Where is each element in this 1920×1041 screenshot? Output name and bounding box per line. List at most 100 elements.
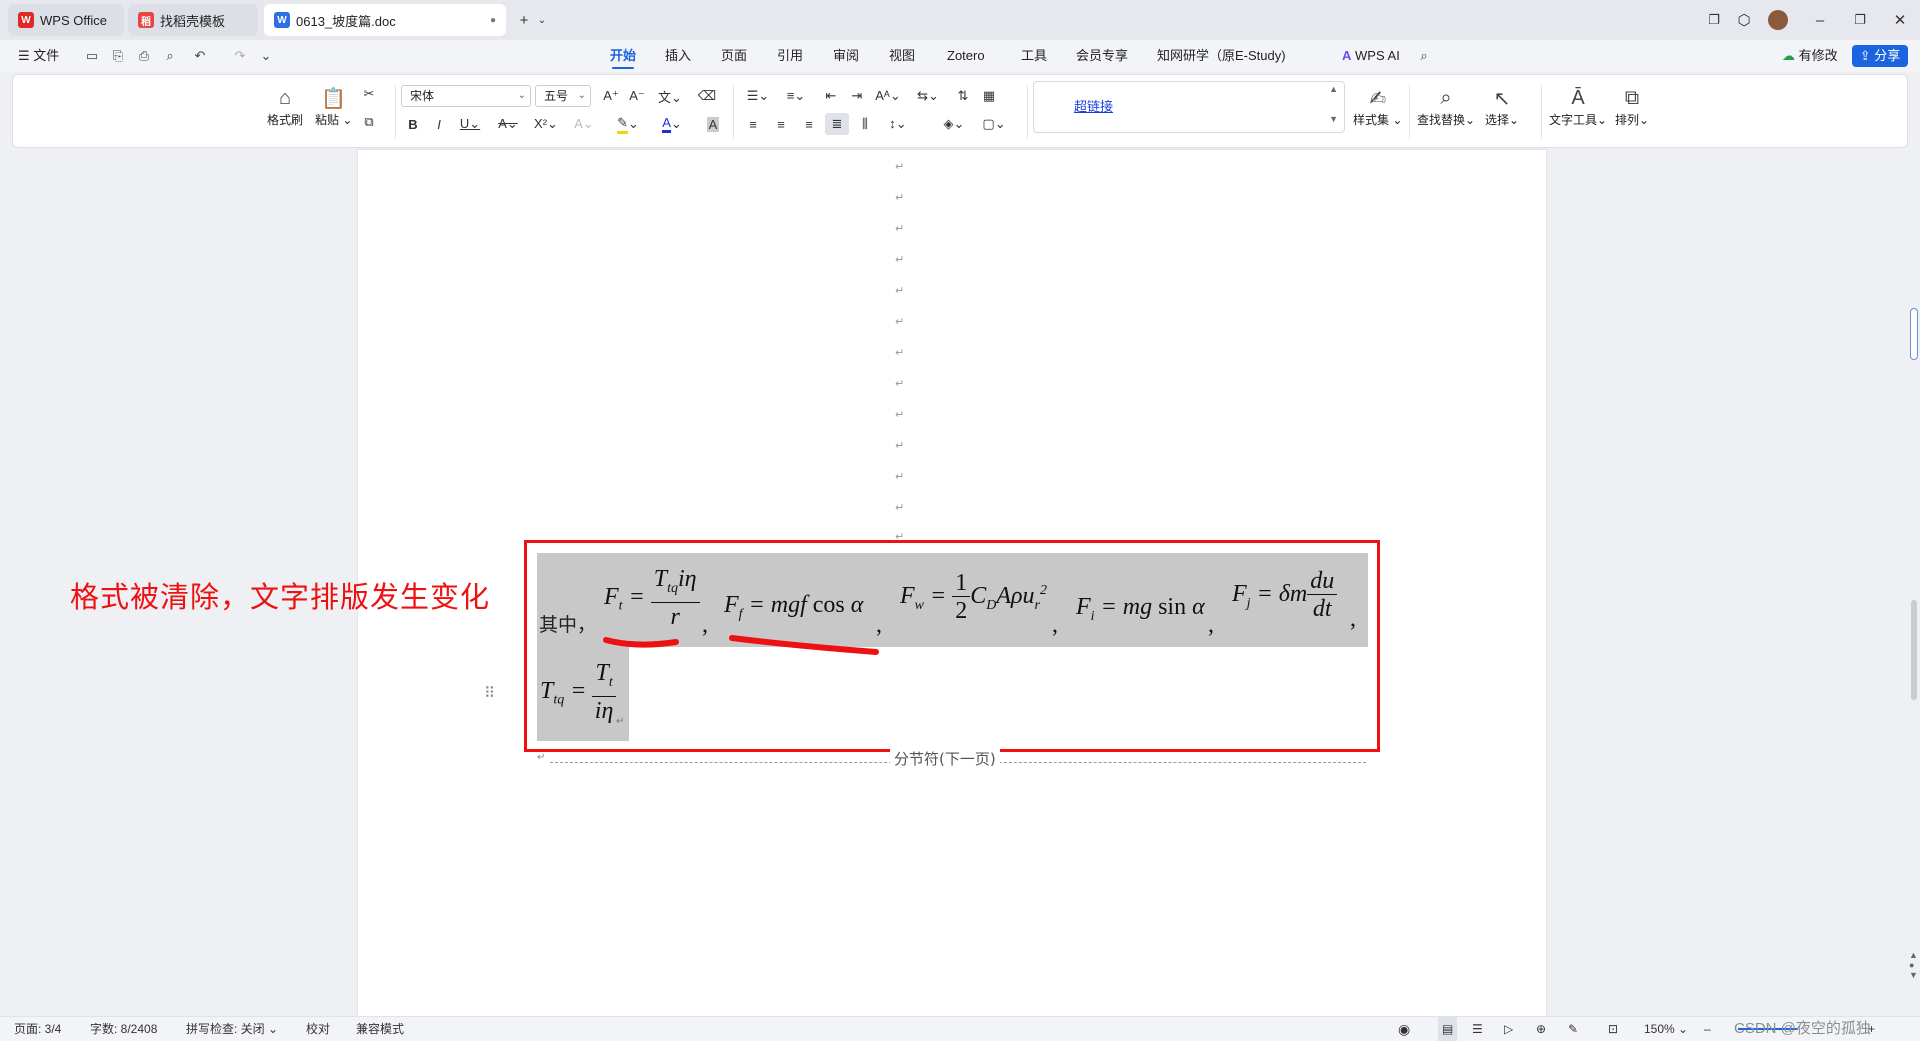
print-preview-icon[interactable]: ⌕ bbox=[160, 46, 180, 66]
tab-wps-office[interactable]: W WPS Office bbox=[8, 4, 124, 36]
expand-gallery-icon[interactable]: ▼ bbox=[1329, 114, 1338, 124]
style-set-button[interactable]: ✍ 样式集 ⌄ bbox=[1353, 85, 1402, 128]
vertical-scrollbar[interactable]: ▲ ● ▼ bbox=[1908, 150, 1920, 1016]
menu-insert[interactable]: 插入 bbox=[665, 40, 691, 72]
scroll-up-icon[interactable]: ▲ bbox=[1329, 84, 1338, 94]
wps-ai-button[interactable]: A WPS AI bbox=[1342, 40, 1400, 72]
spell-check-status[interactable]: 拼写检查: 关闭 ⌄ bbox=[186, 1017, 278, 1041]
select-button[interactable]: ↖ 选择⌄ bbox=[1485, 85, 1519, 128]
avatar[interactable] bbox=[1766, 8, 1790, 32]
menu-tools[interactable]: 工具 bbox=[1021, 40, 1047, 72]
paste-button[interactable]: 📋 粘贴 ⌄ bbox=[315, 85, 352, 128]
zoom-in-icon[interactable]: + bbox=[1868, 1017, 1875, 1041]
word-count[interactable]: 字数: 8/2408 bbox=[90, 1017, 157, 1041]
sort-icon[interactable]: ⇅ bbox=[951, 85, 975, 107]
scroll-thumb[interactable] bbox=[1911, 600, 1917, 700]
menu-review[interactable]: 审阅 bbox=[833, 40, 859, 72]
tab-docer[interactable]: 稻 找稻壳模板 bbox=[128, 4, 258, 36]
font-size-select[interactable]: 五号 ⌄ bbox=[535, 85, 591, 107]
drag-handle-icon[interactable]: ⠿ bbox=[484, 684, 495, 702]
file-menu[interactable]: ☰ 文件 bbox=[18, 40, 59, 72]
eye-protection-icon[interactable]: ◉ bbox=[1398, 1017, 1410, 1041]
menu-references[interactable]: 引用 bbox=[777, 40, 803, 72]
menu-home[interactable]: 开始 bbox=[610, 40, 636, 72]
scroll-position-thumb[interactable] bbox=[1910, 308, 1918, 360]
quick-access-more-icon[interactable]: ⌄ bbox=[256, 46, 276, 66]
style-gallery[interactable]: 超链接 ▲ ▼ bbox=[1033, 81, 1345, 133]
underline-icon[interactable]: U⌄ bbox=[455, 113, 485, 135]
zoom-out-icon[interactable]: – bbox=[1704, 1017, 1711, 1041]
undo-icon[interactable]: ↶ bbox=[190, 46, 210, 66]
arrange-button[interactable]: ⧉ 排列⌄ bbox=[1615, 85, 1649, 128]
shrink-font-icon[interactable]: A⁻ bbox=[625, 85, 649, 107]
grow-font-icon[interactable]: A⁺ bbox=[599, 85, 623, 107]
sort-direction-icon[interactable]: ⇆⌄ bbox=[911, 85, 945, 107]
menu-zotero[interactable]: Zotero bbox=[947, 40, 985, 72]
text-effect-icon[interactable]: A⌄ bbox=[569, 113, 599, 135]
style-hyperlink[interactable]: 超链接 bbox=[1074, 96, 1113, 115]
font-family-select[interactable]: 宋体 ⌄ bbox=[401, 85, 531, 107]
web-view-icon[interactable]: ⊕ bbox=[1536, 1017, 1546, 1041]
clear-format-icon[interactable]: ⌫ bbox=[695, 85, 719, 107]
line-spacing-icon[interactable]: ↕⌄ bbox=[881, 113, 915, 135]
align-right-icon[interactable]: ≡ bbox=[797, 113, 821, 135]
table-icon[interactable]: ▦ bbox=[977, 85, 1001, 107]
justify-icon[interactable]: ≣ bbox=[825, 113, 849, 135]
fit-page-icon[interactable]: ⊡ bbox=[1608, 1017, 1618, 1041]
menu-page[interactable]: 页面 bbox=[721, 40, 747, 72]
decrease-indent-icon[interactable]: ⇤ bbox=[819, 85, 843, 107]
cube-icon[interactable]: ⬡ bbox=[1732, 8, 1756, 32]
proofread-button[interactable]: 校对 bbox=[306, 1017, 330, 1041]
bullet-list-icon[interactable]: ☰⌄ bbox=[741, 85, 775, 107]
window-layout-icon[interactable]: ❐ bbox=[1702, 8, 1726, 32]
distributed-align-icon[interactable]: ⫼ bbox=[853, 113, 877, 135]
share-button[interactable]: ⇪ 分享 bbox=[1852, 45, 1908, 67]
tab-bar: W WPS Office 稻 找稻壳模板 W 0613_坡度篇.doc ● + … bbox=[0, 0, 1920, 40]
char-shading-icon[interactable]: A bbox=[701, 113, 725, 135]
border-icon[interactable]: ▢⌄ bbox=[977, 113, 1011, 135]
search-icon: ⌕ bbox=[1440, 86, 1452, 109]
menu-view[interactable]: 视图 bbox=[889, 40, 915, 72]
chevron-down-icon: ⌄ bbox=[577, 90, 586, 101]
strikethrough-icon[interactable]: A⌄ bbox=[493, 113, 523, 135]
find-replace-button[interactable]: ⌕ 查找替换⌄ bbox=[1417, 85, 1475, 128]
font-color-icon[interactable]: A ⌄ bbox=[655, 113, 689, 135]
tab-document[interactable]: W 0613_坡度篇.doc ● bbox=[264, 4, 506, 36]
redo-icon[interactable]: ↷ bbox=[230, 46, 250, 66]
phonetic-guide-icon[interactable]: 文⌄ bbox=[653, 85, 687, 107]
page-indicator[interactable]: 页面: 3/4 bbox=[14, 1017, 61, 1041]
numbered-list-icon[interactable]: ≡⌄ bbox=[779, 85, 813, 107]
align-center-icon[interactable]: ≡ bbox=[769, 113, 793, 135]
search-icon[interactable]: ⌕ bbox=[1414, 46, 1434, 66]
paragraph-mark: ↵ bbox=[895, 316, 905, 328]
superscript-icon[interactable]: X²⌄ bbox=[531, 113, 561, 135]
play-icon[interactable]: ▷ bbox=[1504, 1017, 1513, 1041]
bold-icon[interactable]: B bbox=[401, 113, 425, 135]
align-left-icon[interactable]: ≡ bbox=[741, 113, 765, 135]
menu-cnki-estudy[interactable]: 知网研学（原E-Study) bbox=[1157, 40, 1286, 72]
increase-indent-icon[interactable]: ⇥ bbox=[845, 85, 869, 107]
modified-status[interactable]: ☁ 有修改 bbox=[1782, 40, 1838, 72]
outline-view-icon[interactable]: ☰ bbox=[1472, 1017, 1483, 1041]
format-painter-button[interactable]: ⌂ 格式刷 bbox=[267, 85, 303, 128]
menu-vip[interactable]: 会员专享 bbox=[1076, 40, 1128, 72]
zoom-level[interactable]: 150% ⌄ bbox=[1644, 1017, 1688, 1041]
page-nav-arrows-icon[interactable]: ▲ ● ▼ bbox=[1909, 950, 1918, 980]
save-icon[interactable]: ▭ bbox=[82, 46, 102, 66]
restore-icon[interactable]: ❐ bbox=[1848, 8, 1872, 32]
export-icon[interactable]: ⎘ bbox=[108, 46, 128, 66]
shading-icon[interactable]: ◈⌄ bbox=[937, 113, 971, 135]
text-tools-button[interactable]: Ā 文字工具⌄ bbox=[1549, 85, 1607, 128]
text-direction-icon[interactable]: Aᴬ⌄ bbox=[871, 85, 905, 107]
print-icon[interactable]: ⎙ bbox=[134, 46, 154, 66]
highlight-icon[interactable]: ✎ ⌄ bbox=[611, 113, 645, 135]
page-view-icon[interactable]: ▤ bbox=[1438, 1017, 1458, 1041]
close-icon[interactable]: ✕ bbox=[1888, 8, 1912, 32]
italic-icon[interactable]: I bbox=[427, 113, 451, 135]
minimize-icon[interactable]: – bbox=[1808, 8, 1832, 32]
pen-icon[interactable]: ✎ bbox=[1568, 1017, 1578, 1041]
copy-icon[interactable]: ⧉ bbox=[357, 111, 381, 133]
unsaved-dot-icon[interactable]: ● bbox=[490, 15, 496, 26]
tab-list-chevron-icon[interactable]: ⌄ bbox=[530, 8, 554, 32]
cut-icon[interactable]: ✂ bbox=[357, 83, 381, 105]
